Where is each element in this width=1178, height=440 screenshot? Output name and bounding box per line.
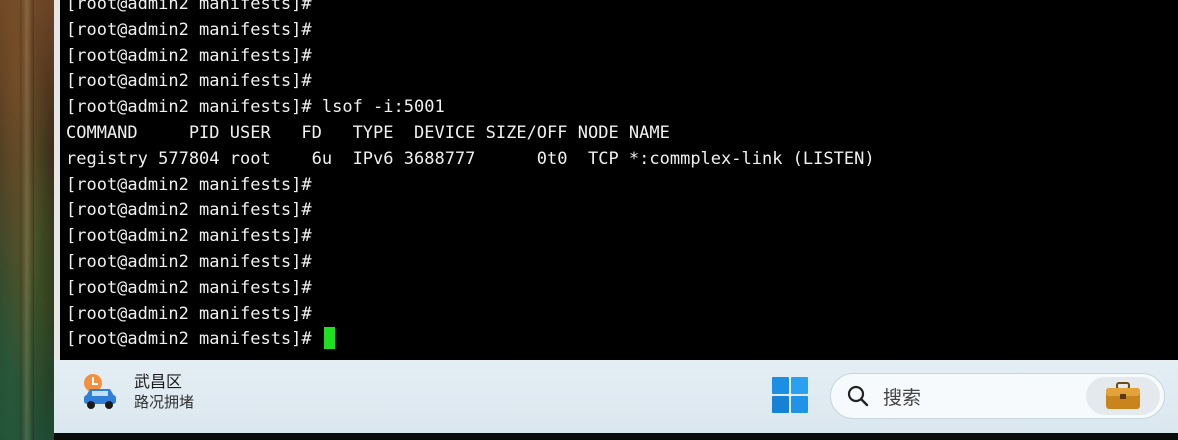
terminal-line: [root@admin2 manifests]# — [66, 303, 312, 324]
terminal-line: [root@admin2 manifests]# — [66, 277, 312, 298]
search-placeholder: 搜索 — [883, 386, 922, 409]
weather-widget[interactable]: 武昌区 路况拥堵 — [80, 372, 194, 412]
windows-start-icon[interactable] — [772, 377, 808, 413]
terminal-line: [root@admin2 manifests]# — [66, 45, 312, 66]
terminal-line: [root@admin2 manifests]# — [66, 71, 312, 92]
weather-status: 路况拥堵 — [134, 393, 195, 411]
taskbar: 武昌区 路况拥堵 搜索 — [54, 360, 1178, 433]
terminal-line: [root@admin2 manifests]# — [66, 19, 312, 40]
terminal-cursor — [323, 327, 335, 350]
terminal-line: [root@admin2 manifests]# — [66, 0, 312, 14]
screen: [root@admin2 manifests]# [root@admin2 ma… — [0, 0, 1178, 440]
terminal-output: [root@admin2 manifests]# [root@admin2 ma… — [66, 0, 875, 361]
terminal-line: [root@admin2 manifests]# lsof -i:5001 — [66, 97, 445, 118]
weather-location: 武昌区 — [134, 372, 183, 391]
screen-edge — [54, 433, 1178, 440]
traffic-car-icon — [80, 372, 120, 412]
search-input[interactable]: 搜索 — [830, 373, 1165, 419]
briefcase-icon — [1106, 382, 1140, 409]
terminal-line: registry 577804 root 6u IPv6 3688777 0t0… — [66, 148, 875, 169]
search-highlight[interactable] — [1086, 377, 1160, 415]
terminal-line: COMMAND PID USER FD TYPE DEVICE SIZE/OFF… — [66, 122, 670, 143]
terminal-line: [root@admin2 manifests]# — [66, 251, 312, 272]
terminal-window[interactable]: [root@admin2 manifests]# [root@admin2 ma… — [54, 0, 1178, 360]
terminal-line: [root@admin2 manifests]# — [66, 174, 312, 195]
terminal-line: [root@admin2 manifests]# — [66, 200, 312, 221]
search-icon — [847, 385, 869, 407]
terminal-line: [root@admin2 manifests]# — [66, 226, 312, 247]
terminal-prompt-line[interactable]: [root@admin2 manifests]# — [66, 327, 875, 353]
desktop-wallpaper — [0, 0, 54, 440]
